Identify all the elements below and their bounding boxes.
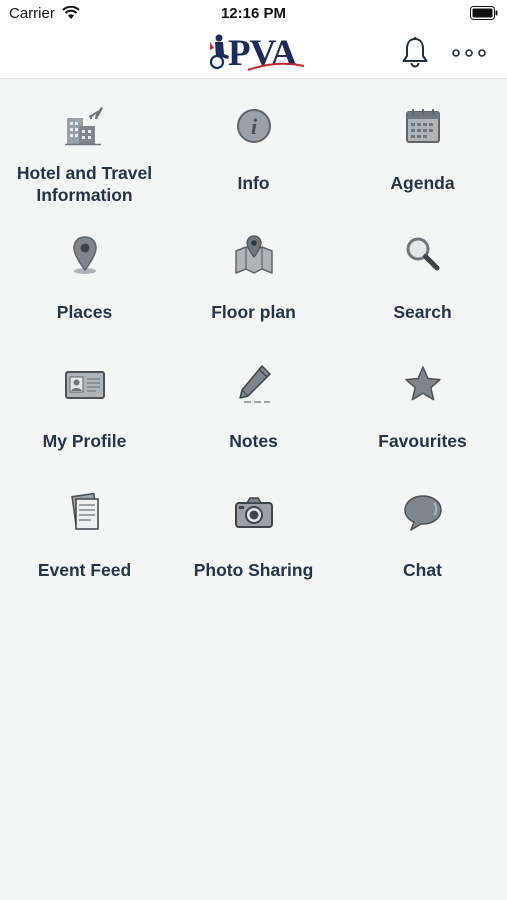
logo-swoosh-icon — [247, 62, 305, 71]
star-icon — [404, 366, 441, 401]
hotel-travel-icon — [64, 107, 103, 146]
speech-bubble-icon — [403, 495, 442, 531]
tile-label: Chat — [403, 560, 442, 580]
tile-event-feed[interactable]: Event Feed — [0, 477, 169, 606]
pen-icon — [238, 365, 271, 403]
tile-label: Info — [237, 173, 270, 193]
tile-agenda[interactable]: Agenda — [338, 90, 507, 219]
tile-hotel-travel[interactable]: Hotel and Travel Information — [0, 90, 169, 219]
app-header: PVA — [0, 28, 507, 79]
tile-chat[interactable]: Chat — [338, 477, 507, 606]
tile-info[interactable]: i Info — [169, 90, 338, 219]
status-bar: Carrier 12:16 PM — [0, 0, 507, 28]
tile-photo-sharing[interactable]: Photo Sharing — [169, 477, 338, 606]
pva-logo[interactable]: PVA — [206, 32, 306, 74]
tile-label: Search — [393, 302, 452, 322]
tile-label: My Profile — [42, 431, 127, 451]
id-card-icon — [64, 371, 105, 399]
tile-notes[interactable]: Notes — [169, 348, 338, 477]
status-time: 12:16 PM — [220, 5, 287, 22]
menu-grid: Hotel and Travel Information i Info Agen… — [0, 90, 507, 606]
floor-plan-map-icon — [234, 235, 273, 274]
tile-label: Photo Sharing — [193, 560, 314, 580]
camera-icon — [234, 497, 273, 528]
tile-label: Notes — [229, 431, 278, 451]
battery-icon — [470, 6, 498, 20]
tile-label: Event Feed — [37, 560, 132, 580]
tile-places[interactable]: Places — [0, 219, 169, 348]
map-pin-icon — [72, 236, 97, 274]
tile-floor-plan[interactable]: Floor plan — [169, 219, 338, 348]
calendar-icon — [405, 109, 440, 143]
tile-label: Places — [56, 302, 113, 322]
tile-label: Agenda — [390, 173, 455, 193]
magnifier-icon — [406, 237, 439, 271]
tile-search[interactable]: Search — [338, 219, 507, 348]
svg-text:i: i — [250, 114, 257, 139]
tile-favourites[interactable]: Favourites — [338, 348, 507, 477]
tile-label: Hotel and Travel Information — [16, 163, 153, 205]
more-options-icon[interactable] — [452, 48, 486, 58]
tile-label: Floor plan — [211, 302, 296, 322]
tile-label: Favourites — [378, 431, 467, 451]
document-stack-icon — [70, 492, 99, 530]
info-icon: i — [236, 109, 271, 143]
bell-icon[interactable] — [400, 36, 430, 68]
tile-my-profile[interactable]: My Profile — [0, 348, 169, 477]
